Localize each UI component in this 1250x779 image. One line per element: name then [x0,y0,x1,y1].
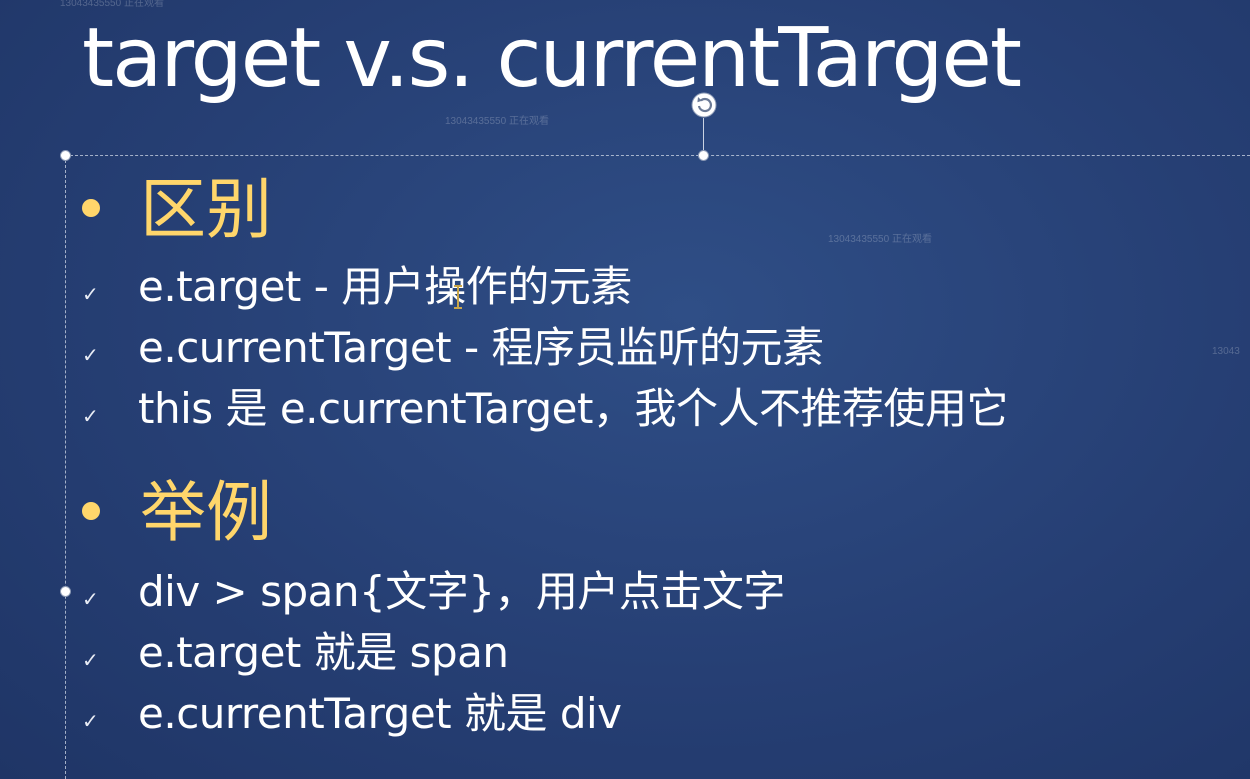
rotate-handle-line [703,118,704,154]
selection-border-left [65,155,66,779]
list-item-text: e.currentTarget - 程序员监听的元素 [138,323,824,372]
list-item-text: e.target 就是 span [138,628,509,677]
list-item: ✓ e.target 就是 span [82,632,509,674]
resize-handle-top-left[interactable] [60,150,71,161]
section-heading-label: 区别 [140,171,272,248]
list-item: ✓ e.currentTarget 就是 div [82,693,622,735]
bullet-dot-icon [82,198,100,217]
section-heading: 区别 [82,177,272,243]
list-item-text: div > span{文字}，用户点击文字 [138,567,785,616]
watermark: 13043 [1212,346,1240,357]
watermark: 13043435550 正在观看 [828,234,932,245]
list-item: ✓ e.target - 用户操作的元素 [82,266,632,308]
list-item: ✓ div > span{文字}，用户点击文字 [82,571,785,613]
section-heading-label: 举例 [140,474,272,551]
checkmark-icon: ✓ [82,281,99,306]
list-item-text: e.target - 用户操作的元素 [138,262,632,311]
checkmark-icon: ✓ [82,342,99,367]
rotate-handle-icon[interactable] [690,91,718,119]
resize-handle-middle-left[interactable] [60,586,71,597]
checkmark-icon: ✓ [82,708,99,733]
selection-border-top [65,155,1250,156]
list-item-text: this 是 e.currentTarget，我个人不推荐使用它 [138,384,1008,433]
checkmark-icon: ✓ [82,647,99,672]
resize-handle-top-center[interactable] [698,150,709,161]
text-cursor-icon [452,284,464,310]
list-item: ✓ this 是 e.currentTarget，我个人不推荐使用它 [82,388,1008,430]
section-heading: 举例 [82,480,272,546]
watermark: 13043435550 正在观看 [60,0,164,9]
bullet-dot-icon [82,501,100,520]
watermark: 13043435550 正在观看 [445,116,549,127]
checkmark-icon: ✓ [82,403,99,428]
list-item-text: e.currentTarget 就是 div [138,689,622,738]
checkmark-icon: ✓ [82,586,99,611]
slide-title[interactable]: target v.s. currentTarget [82,10,1022,108]
list-item: ✓ e.currentTarget - 程序员监听的元素 [82,327,824,369]
